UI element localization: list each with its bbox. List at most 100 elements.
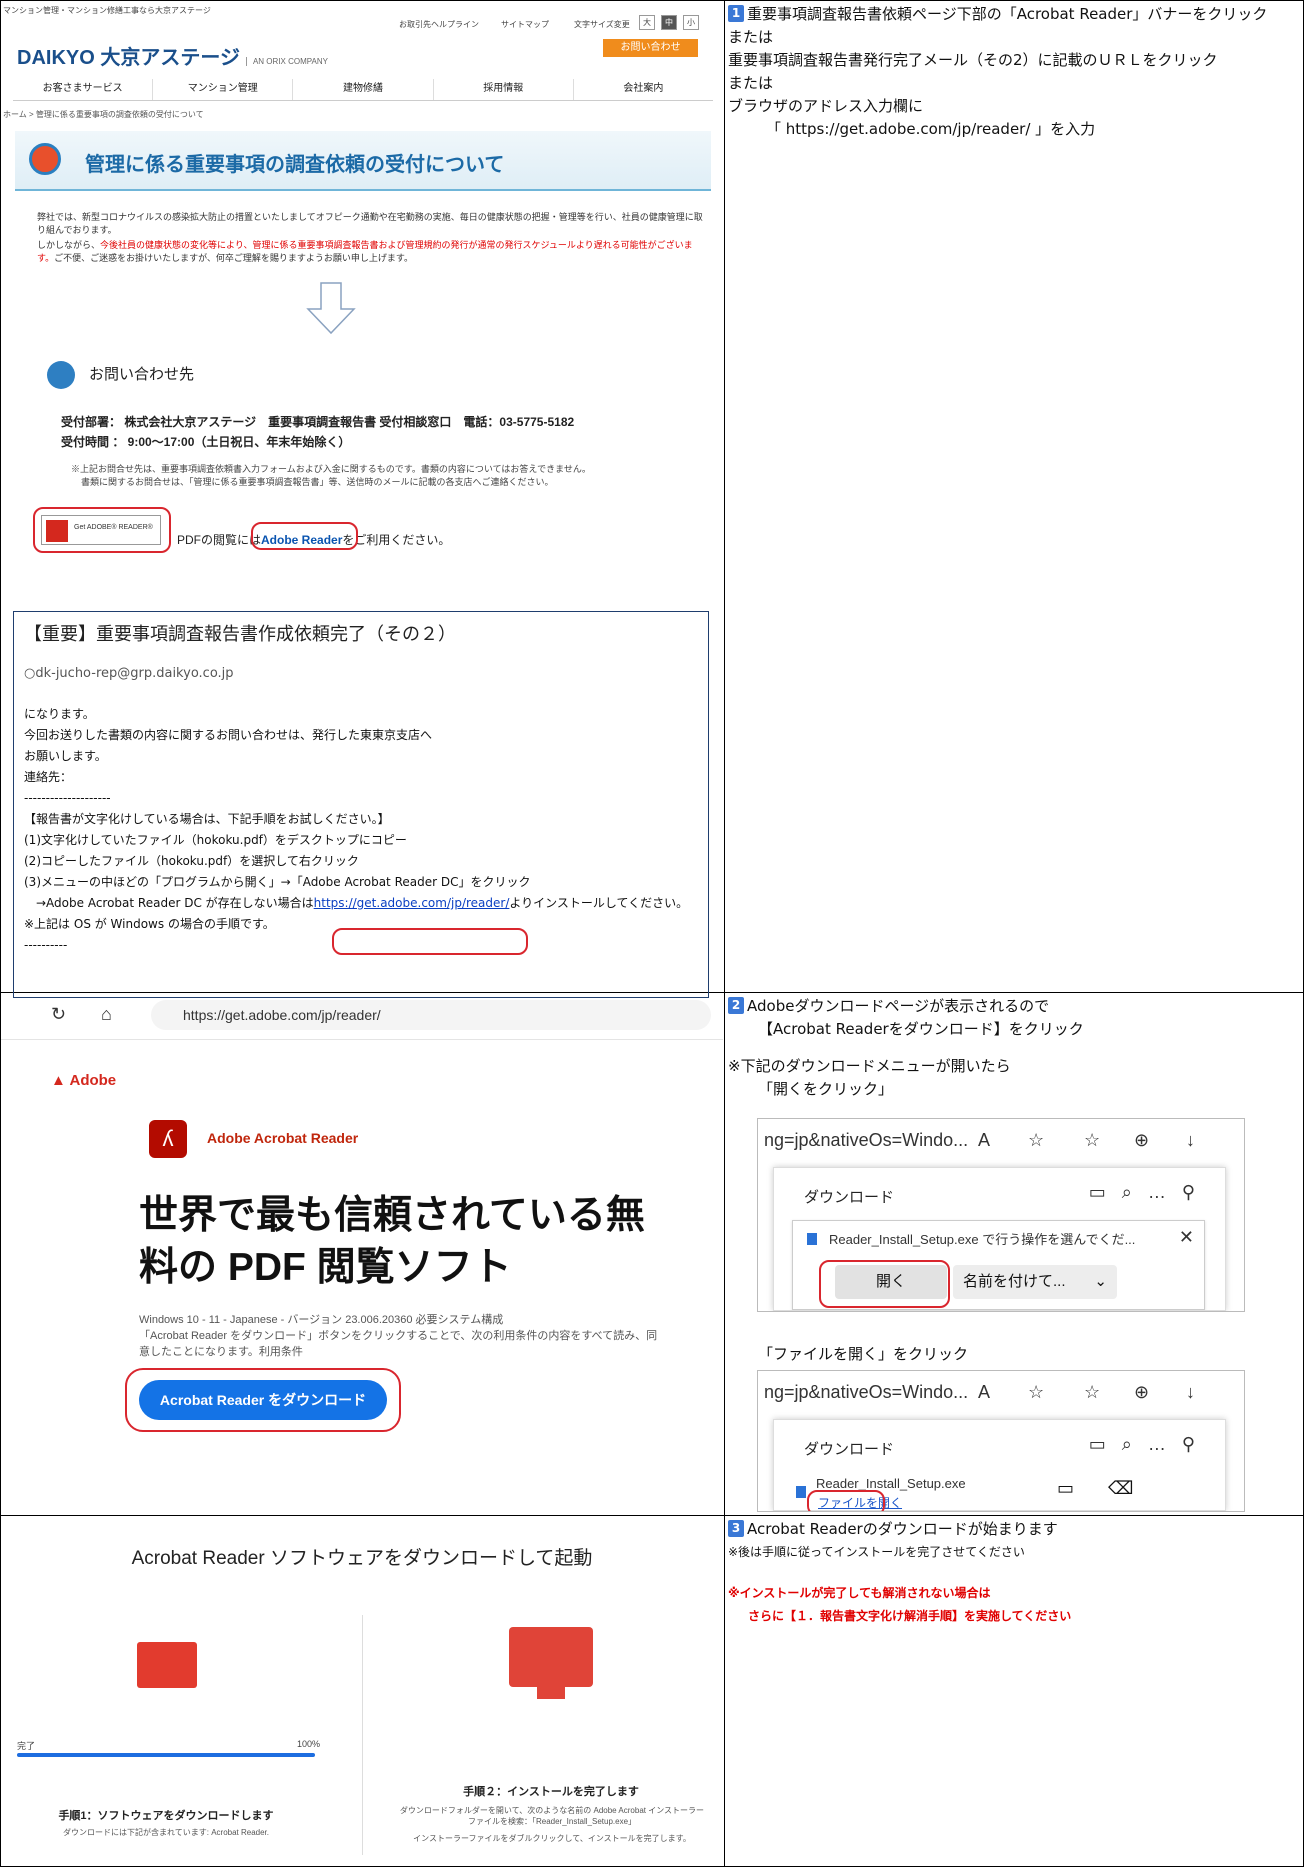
- font-large-button[interactable]: 大: [639, 15, 655, 30]
- monitor-stand: [537, 1687, 565, 1699]
- downloads-title: ダウンロード: [804, 1189, 895, 1206]
- page-title-banner: 管理に係る重要事項の調査依頼の受付について: [15, 131, 711, 191]
- notice-paragraph-delay: しかしながら、今後社員の健康状態の変化等により、管理に係る重要事項調査報告書およ…: [37, 240, 693, 263]
- step2-description: ダウンロードフォルダーを開いて、次のような名前の Adobe Acrobat イ…: [399, 1806, 705, 1826]
- search-icon[interactable]: ⌕: [1122, 1182, 1148, 1202]
- highlight-box: [819, 1260, 950, 1308]
- delete-icon[interactable]: ⌫: [1108, 1478, 1133, 1499]
- page-title: 管理に係る重要事項の調査依頼の受付について: [85, 154, 505, 176]
- pin-icon[interactable]: ⚲: [1182, 1434, 1211, 1454]
- collections-icon[interactable]: ⊕: [1134, 1371, 1149, 1413]
- adobe-install-page: Acrobat Reader ソフトウェアをダウンロードして起動 完了 100%…: [1, 1515, 723, 1867]
- download-menu-icons: ▭⌕…⚲: [1089, 1434, 1211, 1455]
- save-as-button[interactable]: 名前を付けて... ⌄: [953, 1265, 1117, 1299]
- highlight-box: [807, 1490, 885, 1511]
- show-in-folder-icon[interactable]: ▭: [1057, 1478, 1074, 1499]
- collections-icon[interactable]: ⊕: [1134, 1119, 1149, 1161]
- download-menu-open-file: ng=jp&nativeOs=Windo... A ☆ ☆ ⊕ ↓ ダウンロード ▭⌕…⚲…: [757, 1370, 1245, 1512]
- font-medium-button[interactable]: 中: [661, 15, 677, 30]
- installer-icon: [807, 1233, 817, 1245]
- download-progress-bar: [17, 1753, 315, 1757]
- highlight-box: [125, 1368, 401, 1432]
- download-icon[interactable]: ↓: [1186, 1119, 1195, 1161]
- open-file-caption: 「ファイルを開く」をクリック: [758, 1345, 969, 1363]
- downloads-title: ダウンロード: [804, 1441, 895, 1458]
- font-small-button[interactable]: 小: [683, 15, 699, 30]
- step2-description: インストーラーファイルをダブルクリックして、インストールを完了します。: [413, 1834, 691, 1843]
- read-aloud-icon[interactable]: A: [978, 1119, 990, 1161]
- folder-icon[interactable]: ▭: [1089, 1434, 1122, 1454]
- progress-percent: 100%: [297, 1739, 321, 1749]
- highlight-box: [332, 928, 528, 955]
- highlight-box: [33, 507, 171, 553]
- adobe-brand-icon: ▲: [51, 1072, 66, 1089]
- chevron-down-icon: ⌄: [1094, 1273, 1107, 1290]
- nav-item-customer-service[interactable]: お客さまサービス: [13, 79, 154, 100]
- close-icon[interactable]: ✕: [1179, 1227, 1194, 1248]
- more-icon[interactable]: …: [1148, 1182, 1182, 1202]
- download-icon[interactable]: ↓: [1186, 1371, 1195, 1413]
- contact-hours: 受付時間 ： 9:00～17:00（土日祝日、年末年始除く）: [61, 435, 351, 449]
- contact-note: ※上記お問合せ先は、重要事項調査依頼書入力フォームおよび入金に関するものです。書…: [71, 464, 591, 474]
- installer-icon: [796, 1486, 806, 1498]
- home-icon[interactable]: ⌂: [101, 1004, 112, 1025]
- pin-icon[interactable]: ⚲: [1182, 1182, 1211, 1202]
- nav-item-mansion-management[interactable]: マンション管理: [153, 79, 294, 100]
- email-sender: ○dk-jucho-rep@grp.daikyo.co.jp: [24, 666, 234, 681]
- nav-item-building-repair[interactable]: 建物修繕: [293, 79, 434, 100]
- headline: 世界で最も信頼されている無 料の PDF 閲覧ソフト: [139, 1194, 645, 1289]
- download-menu-icons: ▭⌕…⚲: [1089, 1182, 1211, 1203]
- helpline-link[interactable]: お取引先ヘルプライン: [399, 19, 479, 30]
- email-screenshot: 【重要】重要事項調査報告書作成依頼完了（その２） ○dk-jucho-rep@g…: [13, 611, 709, 998]
- contact-button[interactable]: お問い合わせ: [603, 39, 698, 57]
- contact-note: 書類に関するお問合せは、「管理に係る重要事項調査報告書」等、送信時のメールに記載…: [81, 477, 554, 487]
- step3-instructions: 3 Acrobat Readerのダウンロードが始まります ※後は手順に従ってイン…: [728, 1520, 1072, 1623]
- address-bar[interactable]: https://get.adobe.com/jp/reader/: [151, 1000, 711, 1030]
- document-icon: [29, 143, 61, 175]
- folder-icon: [137, 1642, 197, 1688]
- contact-heading: お問い合わせ先: [47, 361, 194, 389]
- install-title: Acrobat Reader ソフトウェアをダウンロードして起動: [131, 1548, 593, 1569]
- instruction-sheet: マンション管理・マンション修繕工事なら大京アステージ お取引先ヘルプライン サイ…: [0, 0, 1304, 1867]
- favorite-add-icon[interactable]: ☆: [1028, 1119, 1044, 1161]
- adobe-download-page: ↻ ⌂ https://get.adobe.com/jp/reader/ ▲ A…: [1, 992, 723, 1515]
- favorites-icon[interactable]: ☆: [1084, 1119, 1100, 1161]
- refresh-icon[interactable]: ↻: [51, 1004, 66, 1025]
- step1-description: ダウンロードには下記が含まれています: Acrobat Reader.: [62, 1828, 270, 1837]
- folder-icon[interactable]: ▭: [1089, 1182, 1122, 1202]
- contact-department: 受付部署： 株式会社大京アステージ 重要事項調査報告書 受付相談窓口 電話：03…: [61, 415, 575, 429]
- search-icon[interactable]: ⌕: [1122, 1434, 1148, 1454]
- version-info: Windows 10 - 11 - Japanese - バージョン 23.00…: [139, 1314, 658, 1358]
- main-nav: お客さまサービス マンション管理 建物修繕 採用情報 会社案内: [13, 79, 713, 101]
- step1-heading: 手順1：ソフトウェアをダウンロードします: [58, 1810, 274, 1822]
- acrobat-icon: ʎ: [149, 1120, 187, 1158]
- download-menu-open: ng=jp&nativeOs=Windo... A ☆ ☆ ⊕ ↓ ダウンロード ▭⌕…⚲…: [757, 1118, 1245, 1312]
- down-arrow-icon: [306, 282, 356, 335]
- browser-toolbar: ↻ ⌂ https://get.adobe.com/jp/reader/: [1, 992, 723, 1040]
- download-filename: Reader_Install_Setup.exe: [816, 1476, 966, 1491]
- adobe-reader-url-link[interactable]: https://get.adobe.com/jp/reader/: [314, 896, 510, 910]
- site-tagline: マンション管理・マンション修繕工事なら大京アステージ: [3, 6, 211, 15]
- step2-heading: 手順２：インストールを完了します: [463, 1786, 639, 1798]
- step-divider: [362, 1615, 363, 1855]
- sitemap-link[interactable]: サイトマップ: [501, 19, 549, 30]
- adobe-logo[interactable]: ▲ Adobe: [51, 1072, 116, 1089]
- notice-paragraph: 弊社では、新型コロナウイルスの感染拡大防止の措置といたしましてオフピーク通勤や在…: [37, 212, 703, 235]
- phone-icon: [47, 361, 75, 389]
- email-subject: 【重要】重要事項調査報告書作成依頼完了（その２）: [24, 624, 456, 645]
- read-aloud-icon[interactable]: A: [978, 1371, 990, 1413]
- favorites-icon[interactable]: ☆: [1084, 1371, 1100, 1413]
- email-body: になります。 今回お送りした書類の内容に関するお問い合わせは、発行した東東京支店へ…: [24, 707, 689, 952]
- nav-item-recruit[interactable]: 採用情報: [434, 79, 574, 100]
- highlight-box: [251, 522, 358, 550]
- more-icon[interactable]: …: [1148, 1434, 1182, 1454]
- daikyo-page-screenshot: マンション管理・マンション修繕工事なら大京アステージ お取引先ヘルプライン サイ…: [1, 1, 723, 584]
- nav-item-company[interactable]: 会社案内: [574, 79, 713, 100]
- font-size-label: 文字サイズ変更: [574, 20, 630, 29]
- progress-done-label: 完了: [17, 1741, 36, 1751]
- favorite-add-icon[interactable]: ☆: [1028, 1371, 1044, 1413]
- monitor-icon: [509, 1627, 593, 1687]
- product-name: Adobe Acrobat Reader: [207, 1130, 359, 1146]
- step1-instructions: 1 重要事項調査報告書依頼ページ下部の「Acrobat Reader」バナーをクリ…: [728, 5, 1268, 138]
- daikyo-logo[interactable]: DAIKYO 大京アステージ AN ORIX COMPANY: [17, 41, 328, 70]
